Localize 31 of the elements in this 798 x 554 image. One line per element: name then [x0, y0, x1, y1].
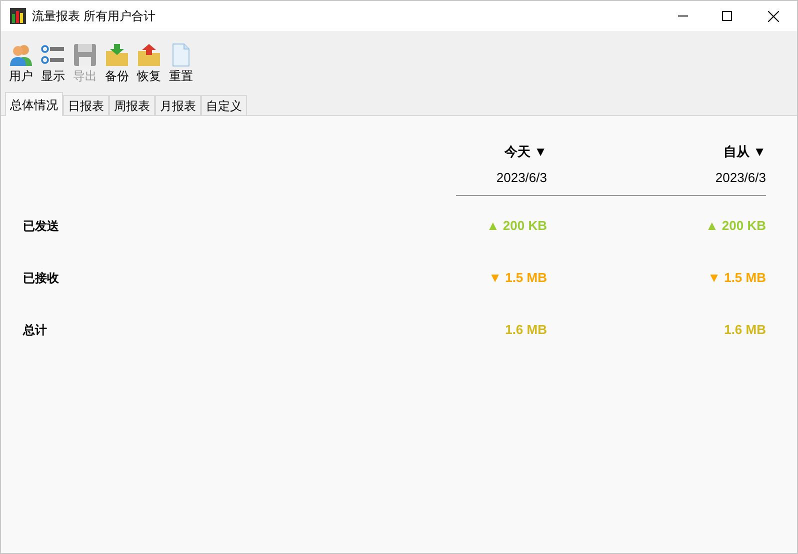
- toolbar-button[interactable]: 显示: [38, 43, 68, 83]
- tab[interactable]: 日报表: [63, 95, 109, 115]
- traffic-value: ▲ 200 KB: [705, 217, 766, 236]
- bar-chart-icon: [10, 8, 26, 24]
- column-heading[interactable]: 自从 ▼: [724, 142, 766, 162]
- column-date: 2023/6/3: [496, 168, 547, 186]
- row-label: 已发送: [23, 218, 59, 235]
- column-heading[interactable]: 今天 ▼: [504, 142, 547, 162]
- traffic-value: 1.6 MB: [505, 321, 547, 340]
- toolbar-button[interactable]: 备份: [102, 43, 132, 83]
- toolbar-button[interactable]: 恢复: [134, 43, 164, 83]
- row-label: 总计: [23, 322, 47, 339]
- maximize-icon[interactable]: [722, 11, 732, 21]
- tab[interactable]: 总体情况: [5, 92, 63, 116]
- folder-down-arrow-icon: [105, 43, 129, 67]
- tab[interactable]: 月报表: [155, 95, 201, 115]
- traffic-value: ▼ 1.5 MB: [708, 269, 766, 288]
- folder-up-arrow-icon: [137, 43, 161, 67]
- traffic-value: 1.6 MB: [724, 321, 766, 340]
- toolbar-button[interactable]: 用户: [6, 43, 36, 83]
- toolbar-button[interactable]: 重置: [166, 43, 196, 83]
- traffic-value: ▲ 200 KB: [486, 217, 547, 236]
- users-icon: [9, 43, 33, 67]
- row-label: 已接收: [23, 270, 59, 287]
- tab[interactable]: 周报表: [109, 95, 155, 115]
- close-icon[interactable]: [768, 10, 779, 22]
- column-date: 2023/6/3: [715, 168, 766, 186]
- traffic-value: ▼ 1.5 MB: [488, 269, 547, 288]
- list-icon: [41, 43, 65, 67]
- window-title: 流量报表 所有用户合计: [32, 8, 156, 25]
- tab[interactable]: 自定义: [201, 95, 247, 115]
